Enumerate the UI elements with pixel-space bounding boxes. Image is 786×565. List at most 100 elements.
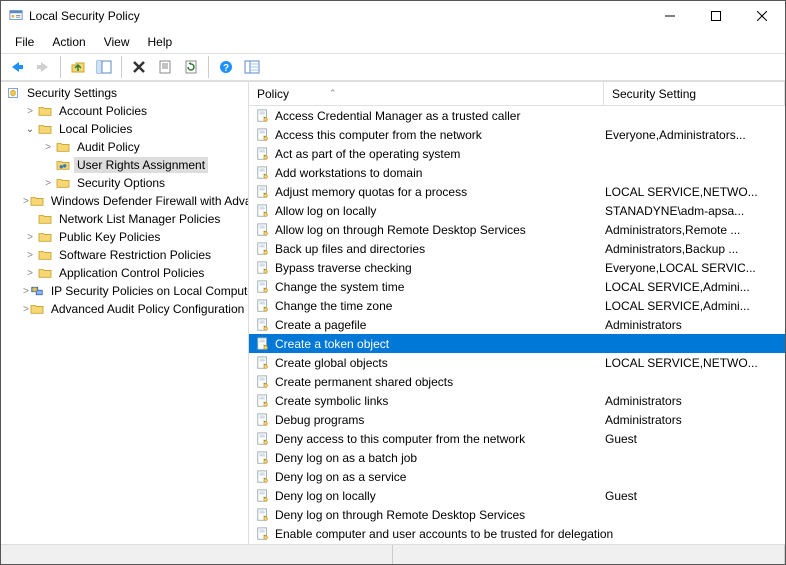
tree-pane[interactable]: Security Settings > Account Policies ⌄ Loca… bbox=[1, 82, 249, 544]
policy-name: Create global objects bbox=[275, 356, 388, 370]
chevron-right-icon[interactable]: > bbox=[23, 268, 37, 279]
tree-node[interactable]: > Public Key Policies bbox=[1, 228, 248, 246]
list-row[interactable]: Access Credential Manager as a trusted c… bbox=[249, 106, 785, 125]
delete-button[interactable] bbox=[127, 55, 151, 79]
menu-view[interactable]: View bbox=[96, 33, 138, 51]
list-row[interactable]: Access this computer from the networkEve… bbox=[249, 125, 785, 144]
user-rights-icon bbox=[55, 157, 71, 173]
tree-node[interactable]: User Rights Assignment bbox=[1, 156, 248, 174]
policy-name: Access this computer from the network bbox=[275, 128, 482, 142]
list-row[interactable]: Enable computer and user accounts to be … bbox=[249, 524, 785, 543]
help-button[interactable]: ? bbox=[214, 55, 238, 79]
policy-name: Deny log on locally bbox=[275, 489, 376, 503]
column-policy[interactable]: Policy ⌃ bbox=[249, 82, 604, 105]
back-button[interactable] bbox=[5, 55, 29, 79]
policy-item-icon bbox=[255, 355, 271, 371]
policy-name: Access Credential Manager as a trusted c… bbox=[275, 109, 520, 123]
policy-setting: Everyone,LOCAL SERVIC... bbox=[605, 261, 785, 275]
list-row[interactable]: Deny log on locallyGuest bbox=[249, 486, 785, 505]
list-row[interactable]: Create global objectsLOCAL SERVICE,NETWO… bbox=[249, 353, 785, 372]
policy-item-icon bbox=[255, 222, 271, 238]
policy-item-icon bbox=[255, 279, 271, 295]
list-row[interactable]: Deny access to this computer from the ne… bbox=[249, 429, 785, 448]
list-row[interactable]: Back up files and directoriesAdministrat… bbox=[249, 239, 785, 258]
list-row[interactable]: Act as part of the operating system bbox=[249, 144, 785, 163]
policy-name: Create symbolic links bbox=[275, 394, 388, 408]
policy-setting: Administrators bbox=[605, 413, 785, 427]
policy-setting: Administrators bbox=[605, 318, 785, 332]
tree-node-label: Advanced Audit Policy Configuration bbox=[48, 301, 247, 317]
tree-node[interactable]: >Advanced Audit Policy Configuration bbox=[1, 300, 248, 318]
tree-node[interactable]: >IP Security Policies on Local Computer bbox=[1, 282, 248, 300]
folder-icon bbox=[37, 247, 53, 263]
tree-node[interactable]: >Application Control Policies bbox=[1, 264, 248, 282]
policy-item-icon bbox=[255, 393, 271, 409]
list-row[interactable]: Create symbolic linksAdministrators bbox=[249, 391, 785, 410]
tree-node-label: IP Security Policies on Local Computer bbox=[48, 283, 249, 299]
policy-name: Change the system time bbox=[275, 280, 404, 294]
tree-node[interactable]: > Account Policies bbox=[1, 102, 248, 120]
tree-node[interactable]: >Audit Policy bbox=[1, 138, 248, 156]
tree-node[interactable]: Network List Manager Policies bbox=[1, 210, 248, 228]
list-row[interactable]: Allow log on locallySTANADYNE\adm-apsa..… bbox=[249, 201, 785, 220]
list-row[interactable]: Create a pagefile Administrators bbox=[249, 315, 785, 334]
policy-name: Create a token object bbox=[275, 337, 389, 351]
policy-name: Create a pagefile bbox=[275, 318, 366, 332]
list-row[interactable]: Debug programsAdministrators bbox=[249, 410, 785, 429]
menu-help[interactable]: Help bbox=[140, 33, 181, 51]
policy-name: Enable computer and user accounts to be … bbox=[275, 527, 613, 541]
list-row[interactable]: Add workstations to domain bbox=[249, 163, 785, 182]
policy-name: Deny log on as a batch job bbox=[275, 451, 417, 465]
chevron-right-icon[interactable]: > bbox=[23, 106, 37, 117]
list-row[interactable]: Change the system timeLOCAL SERVICE,Admi… bbox=[249, 277, 785, 296]
list-row[interactable]: Create a token object bbox=[249, 334, 785, 353]
tree-node-label: Account Policies bbox=[56, 103, 150, 119]
minimize-button[interactable] bbox=[647, 1, 693, 31]
list-row[interactable]: Deny log on as a service bbox=[249, 467, 785, 486]
forward-button[interactable] bbox=[31, 55, 55, 79]
folder-icon bbox=[29, 193, 45, 209]
refresh-button[interactable] bbox=[179, 55, 203, 79]
policy-item-icon bbox=[255, 450, 271, 466]
show-hide-tree-button[interactable] bbox=[92, 55, 116, 79]
tree-node-label: Software Restriction Policies bbox=[56, 247, 214, 263]
policy-item-icon bbox=[255, 184, 271, 200]
tree-node[interactable]: >Security Options bbox=[1, 174, 248, 192]
list-body[interactable]: Access Credential Manager as a trusted c… bbox=[249, 106, 785, 544]
chevron-right-icon[interactable]: > bbox=[23, 250, 37, 261]
list-row[interactable]: Bypass traverse checkingEveryone,LOCAL S… bbox=[249, 258, 785, 277]
chevron-right-icon[interactable]: > bbox=[41, 178, 55, 189]
chevron-right-icon[interactable]: > bbox=[41, 142, 55, 153]
list-row[interactable]: Create permanent shared objects bbox=[249, 372, 785, 391]
list-row[interactable]: Allow log on through Remote Desktop Serv… bbox=[249, 220, 785, 239]
up-level-button[interactable] bbox=[66, 55, 90, 79]
tree-node[interactable]: >Windows Defender Firewall with Advanced… bbox=[1, 192, 248, 210]
export-list-button[interactable] bbox=[240, 55, 264, 79]
tree-node[interactable]: > Software Restriction Policies bbox=[1, 246, 248, 264]
maximize-button[interactable] bbox=[693, 1, 739, 31]
tree-node-label: Public Key Policies bbox=[56, 229, 163, 245]
column-setting[interactable]: Security Setting bbox=[604, 82, 785, 105]
list-row[interactable]: Adjust memory quotas for a processLOCAL … bbox=[249, 182, 785, 201]
list-row[interactable]: Deny log on through Remote Desktop Servi… bbox=[249, 505, 785, 524]
policy-item-icon bbox=[255, 526, 271, 542]
policy-item-icon bbox=[255, 146, 271, 162]
tree-node-label: Local Policies bbox=[56, 121, 135, 137]
tree-node-label: User Rights Assignment bbox=[74, 157, 208, 173]
chevron-down-icon[interactable]: ⌄ bbox=[23, 124, 37, 135]
list-row[interactable]: Deny log on as a batch job bbox=[249, 448, 785, 467]
properties-button[interactable] bbox=[153, 55, 177, 79]
chevron-right-icon[interactable]: > bbox=[23, 232, 37, 243]
menu-file[interactable]: File bbox=[7, 33, 42, 51]
menu-action[interactable]: Action bbox=[44, 33, 93, 51]
policy-name: Deny access to this computer from the ne… bbox=[275, 432, 525, 446]
close-button[interactable] bbox=[739, 1, 785, 31]
policy-item-icon bbox=[255, 507, 271, 523]
tree-node-label: Windows Defender Firewall with Advanced … bbox=[48, 193, 249, 209]
tree-node[interactable]: ⌄ Local Policies bbox=[1, 120, 248, 138]
policy-name: Deny log on as a service bbox=[275, 470, 406, 484]
list-row[interactable]: Change the time zoneLOCAL SERVICE,Admini… bbox=[249, 296, 785, 315]
tree-root[interactable]: Security Settings bbox=[1, 84, 248, 102]
svg-text:?: ? bbox=[223, 63, 229, 74]
policy-setting: LOCAL SERVICE,NETWO... bbox=[605, 185, 785, 199]
